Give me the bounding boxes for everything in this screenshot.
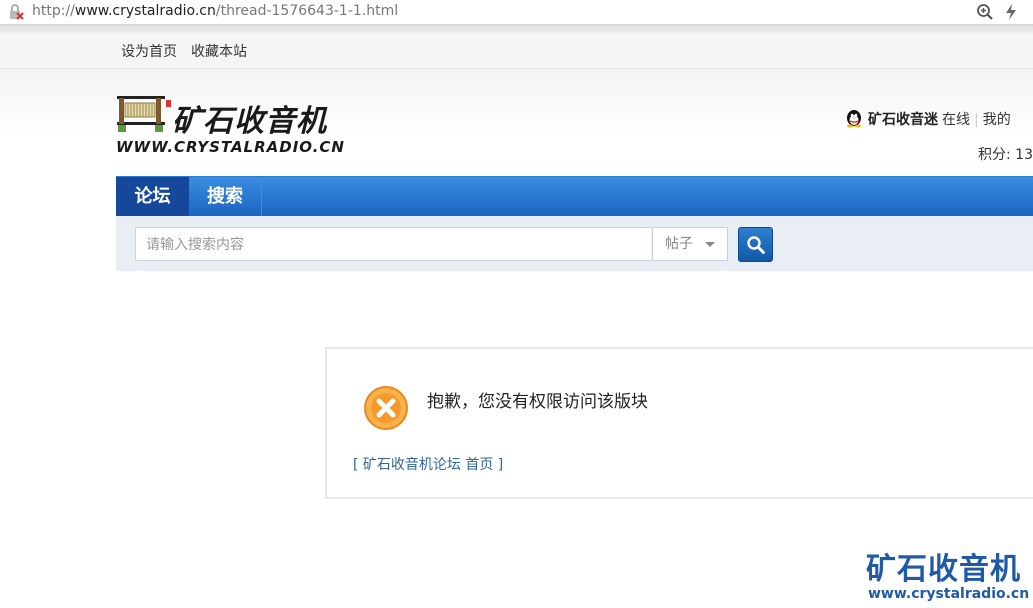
permission-error-box: 抱歉，您没有权限访问该版块 [ 矿石收音机论坛 首页 ]: [325, 347, 1033, 499]
error-message: 抱歉，您没有权限访问该版块: [427, 392, 648, 412]
logo-domain: WWW.CRYSTALRADIO.CN: [116, 138, 345, 156]
separator: |: [974, 112, 979, 128]
qq-penguin-icon: [847, 110, 861, 128]
username-link[interactable]: 矿石收音迷: [868, 112, 938, 128]
crystal-radio-logo-icon: [117, 96, 171, 132]
user-points[interactable]: 积分: 13: [978, 144, 1033, 164]
url-prefix: http://: [32, 3, 75, 19]
main-nav-bar: 论坛 搜索: [116, 176, 1033, 217]
watermark-domain: www.crystalradio.cn: [868, 586, 1030, 602]
insecure-lock-icon[interactable]: [8, 4, 24, 20]
url-field[interactable]: http://www.crystalradio.cn/thread-157664…: [32, 2, 398, 20]
zoom-icon[interactable]: [976, 3, 994, 21]
search-button[interactable]: [738, 227, 773, 262]
watermark-logo: 矿石收音机 www.crystalradio.cn: [866, 544, 1030, 606]
tab-forum[interactable]: 论坛: [116, 177, 189, 217]
online-status[interactable]: 在线: [942, 112, 970, 128]
forum-home-link[interactable]: [ 矿石收音机论坛 首页 ]: [353, 454, 503, 474]
error-x-icon: [364, 386, 408, 430]
url-path: /thread-1576643-1-1.html: [215, 3, 399, 19]
site-logo[interactable]: 矿石收音机 WWW.CRYSTALRADIO.CN: [116, 94, 345, 156]
lightning-icon[interactable]: [1004, 3, 1018, 21]
watermark-title: 矿石收音机: [866, 552, 1021, 587]
search-input[interactable]: 请输入搜索内容: [135, 227, 651, 261]
tab-search[interactable]: 搜索: [189, 177, 262, 217]
bookmark-site-link[interactable]: 收藏本站: [191, 41, 247, 61]
url-host: www.crystalradio.cn: [74, 3, 216, 19]
search-icon: [747, 236, 765, 254]
search-type-value: 帖子: [665, 236, 693, 252]
search-bar-area: 请输入搜索内容 帖子: [116, 216, 1033, 271]
set-home-link[interactable]: 设为首页: [121, 41, 177, 61]
top-nav: 设为首页 收藏本站: [0, 33, 1033, 69]
search-type-select[interactable]: 帖子: [652, 227, 728, 261]
browser-address-bar: http://www.crystalradio.cn/thread-157664…: [0, 0, 1033, 25]
logo-title: 矿石收音机: [172, 104, 327, 139]
my-menu-link[interactable]: 我的: [983, 112, 1011, 128]
user-info: 矿石收音迷 在线 | 我的: [844, 108, 1011, 129]
chevron-down-icon: [705, 242, 715, 247]
toolbar-divider: [0, 25, 1033, 33]
